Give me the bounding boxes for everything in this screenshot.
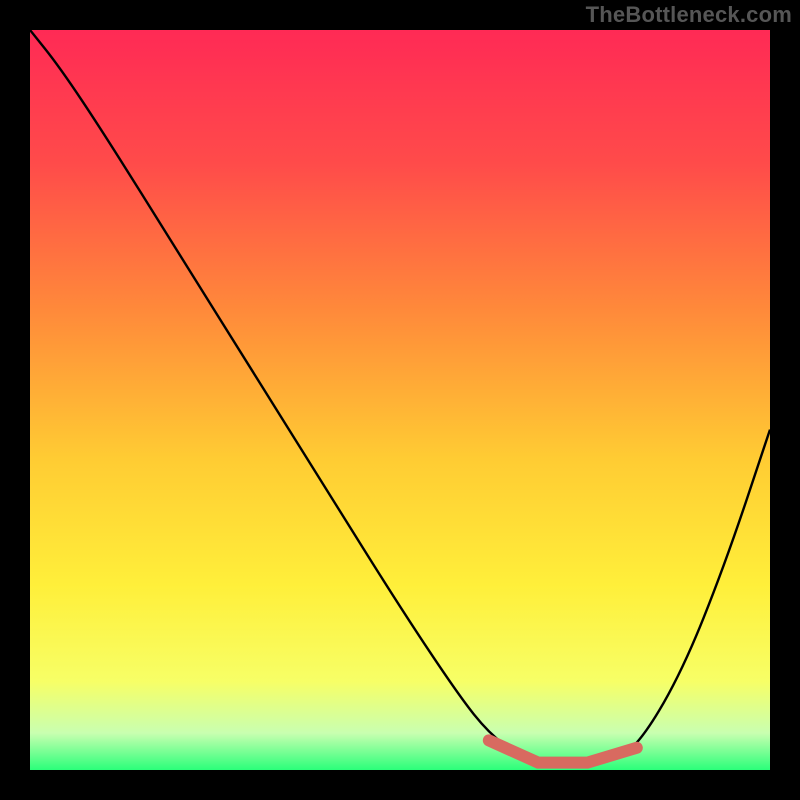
optimal-range-highlight [489,740,637,762]
plot-area [30,30,770,770]
bottleneck-curve [30,30,770,763]
curve-layer [30,30,770,770]
chart-container: TheBottleneck.com [0,0,800,800]
attribution-label: TheBottleneck.com [586,2,792,28]
